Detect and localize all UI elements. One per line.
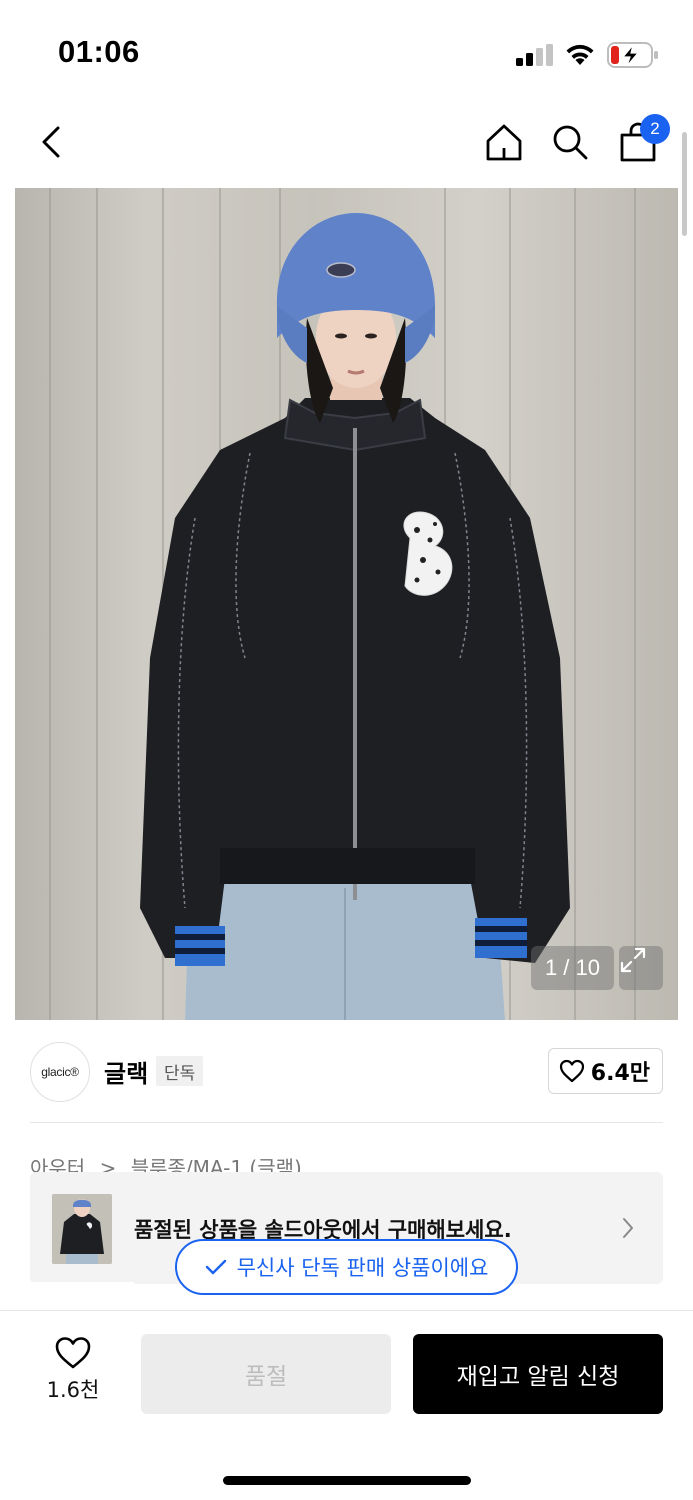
brand-name[interactable]: 글랙 [104,1054,148,1089]
breadcrumb: 아우터 > 블루종/MA-1 (글랙) [30,1152,302,1174]
home-icon [486,124,522,161]
breadcrumb-category[interactable]: 아우터 [30,1152,85,1174]
brand-like-count: 6.4만 [590,1061,650,1086]
divider [30,1122,663,1123]
top-nav-bar: 2 [0,100,693,186]
home-button[interactable] [480,118,528,166]
wifi-icon [566,44,594,65]
image-counter: 1 / 10 [530,946,614,990]
heart-outline-icon [559,1059,584,1083]
scrollbar[interactable] [682,132,687,236]
chevron-right-icon [623,1218,633,1238]
brand-like-button[interactable]: 6.4만 [547,1048,663,1094]
bottom-bar-divider [0,1310,693,1311]
exclusive-tag: 단독 [156,1056,204,1086]
cellular-signal-icon [516,44,553,66]
soldout-button: 품절 [141,1334,391,1414]
expand-image-button[interactable] [619,946,663,990]
wishlist-button[interactable]: 1.6천 [30,1336,116,1410]
brand-logo-text: glacic® [41,1065,79,1079]
brand-row: glacic® 글랙 단독 6.4만 [30,1040,663,1104]
back-chevron-icon [42,126,60,158]
banner-product-thumbnail [52,1194,112,1264]
check-icon [205,1259,226,1275]
search-button[interactable] [546,118,594,166]
expand-icon [620,947,646,973]
exclusive-sale-text: 무신사 단독 판매 상품이에요 [236,1256,489,1280]
battery-charging-icon [607,42,658,68]
exclusive-sale-pill: 무신사 단독 판매 상품이에요 [175,1239,518,1295]
brand-logo[interactable]: glacic® [30,1042,90,1102]
breadcrumb-subcategory[interactable]: 블루종/MA-1 (글랙) [131,1152,302,1174]
product-photo [49,188,636,1020]
status-time: 01:06 [58,34,140,69]
status-bar: 01:06 [0,0,693,100]
heart-outline-icon [55,1337,91,1369]
search-icon [553,125,588,160]
home-indicator[interactable] [223,1476,471,1485]
banner-edge [30,1282,134,1292]
restock-alert-button[interactable]: 재입고 알림 신청 [413,1334,663,1414]
cart-button[interactable]: 2 [614,114,670,166]
cart-count-badge: 2 [640,114,670,144]
back-button[interactable] [28,118,76,166]
product-image[interactable]: 1 / 10 [15,188,678,1020]
wishlist-count: 1.6천 [46,1378,100,1402]
